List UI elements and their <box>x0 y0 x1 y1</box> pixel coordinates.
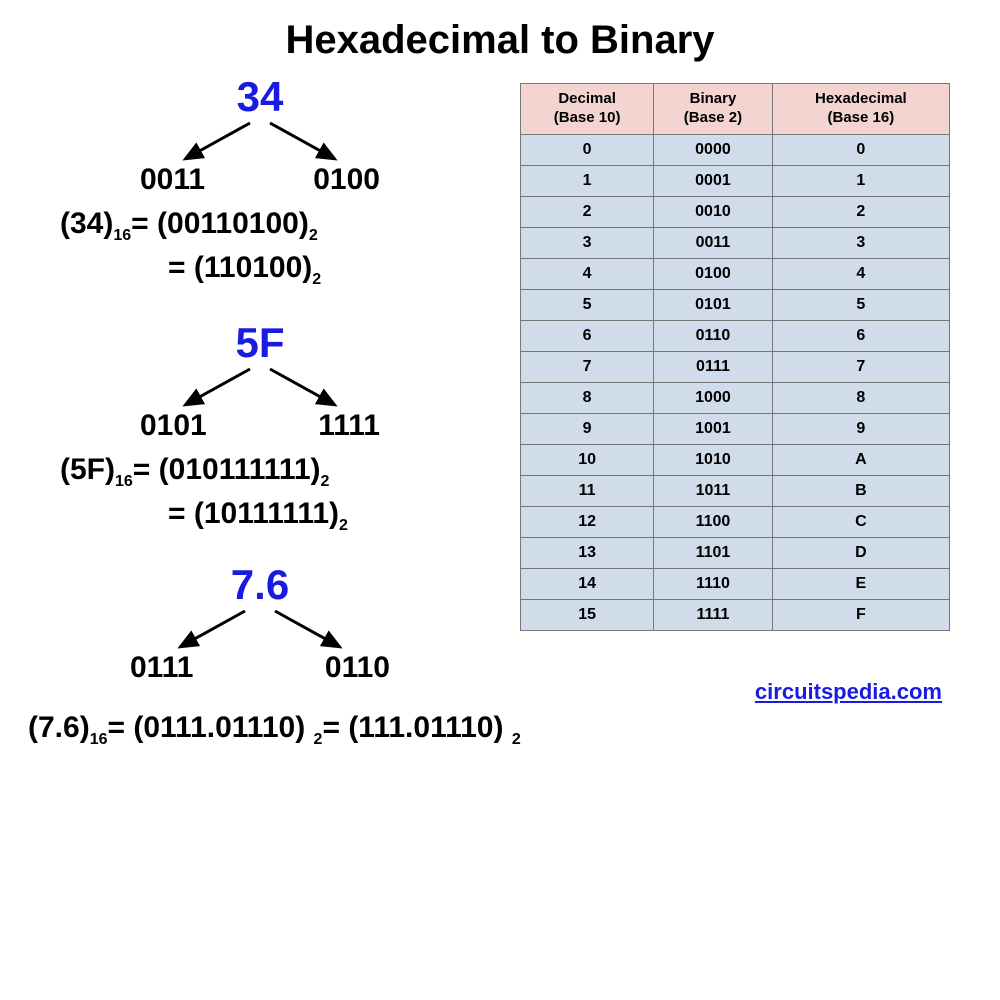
hex-value: 5F <box>110 319 410 367</box>
equation-trim: = (10111111)2 <box>168 497 520 535</box>
table-row: 141110E <box>521 568 950 599</box>
equation-full: (34)16= (00110100)2 <box>60 207 520 245</box>
table-row: 701117 <box>521 351 950 382</box>
nibble-right: 0110 <box>325 651 390 685</box>
example-7-6: 7.6 0111 0110 <box>30 561 520 685</box>
split-arrows <box>110 121 410 163</box>
example-34: 34 0011 0100 (34)16= (00110100)2 = (1101… <box>30 73 520 289</box>
nibble-left: 0101 <box>140 409 207 443</box>
conversion-table: Decimal(Base 10) Binary(Base 2) Hexadeci… <box>520 83 950 631</box>
equation-final: (7.6)16= (0111.01110) 2= (111.01110) 2 <box>28 711 1000 749</box>
table-row: 300113 <box>521 227 950 258</box>
table-row: 501015 <box>521 289 950 320</box>
credit-link[interactable]: circuitspedia.com <box>520 679 942 705</box>
split-arrows <box>110 609 410 651</box>
table-row: 101010A <box>521 444 950 475</box>
table-body: 000000 100011 200102 300113 401004 50101… <box>521 134 950 630</box>
table-row: 121100C <box>521 506 950 537</box>
hex-value: 34 <box>110 73 410 121</box>
nibble-right: 1111 <box>318 409 380 443</box>
table-column: Decimal(Base 10) Binary(Base 2) Hexadeci… <box>520 63 980 705</box>
example-5f: 5F 0101 1111 (5F)16= (010111111)2 = (101… <box>30 319 520 535</box>
table-row: 151111F <box>521 599 950 630</box>
table-row: 810008 <box>521 382 950 413</box>
arrow-icon <box>110 121 410 163</box>
page-title: Hexadecimal to Binary <box>0 0 1000 63</box>
header-binary: Binary(Base 2) <box>654 84 773 135</box>
nibble-row: 0101 1111 <box>110 409 410 443</box>
examples-column: 34 0011 0100 (34)16= (00110100)2 = (1101… <box>0 63 520 685</box>
nibble-left: 0011 <box>140 163 205 197</box>
equation-trim: = (110100)2 <box>168 251 520 289</box>
nibble-left: 0111 <box>130 651 193 685</box>
equation-full: (5F)16= (010111111)2 <box>60 453 520 491</box>
nibble-right: 0100 <box>313 163 380 197</box>
table-row: 131101D <box>521 537 950 568</box>
hex-value: 7.6 <box>110 561 410 609</box>
arrow-icon <box>110 367 410 409</box>
table-row: 601106 <box>521 320 950 351</box>
header-decimal: Decimal(Base 10) <box>521 84 654 135</box>
split-arrows <box>110 367 410 409</box>
table-row: 100011 <box>521 165 950 196</box>
table-row: 401004 <box>521 258 950 289</box>
table-row: 000000 <box>521 134 950 165</box>
table-row: 910019 <box>521 413 950 444</box>
nibble-row: 0111 0110 <box>110 651 410 685</box>
arrow-icon <box>110 609 410 651</box>
table-row: 200102 <box>521 196 950 227</box>
table-header-row: Decimal(Base 10) Binary(Base 2) Hexadeci… <box>521 84 950 135</box>
table-row: 111011B <box>521 475 950 506</box>
content-row: 34 0011 0100 (34)16= (00110100)2 = (1101… <box>0 63 1000 705</box>
header-hex: Hexadecimal(Base 16) <box>772 84 949 135</box>
nibble-row: 0011 0100 <box>110 163 410 197</box>
